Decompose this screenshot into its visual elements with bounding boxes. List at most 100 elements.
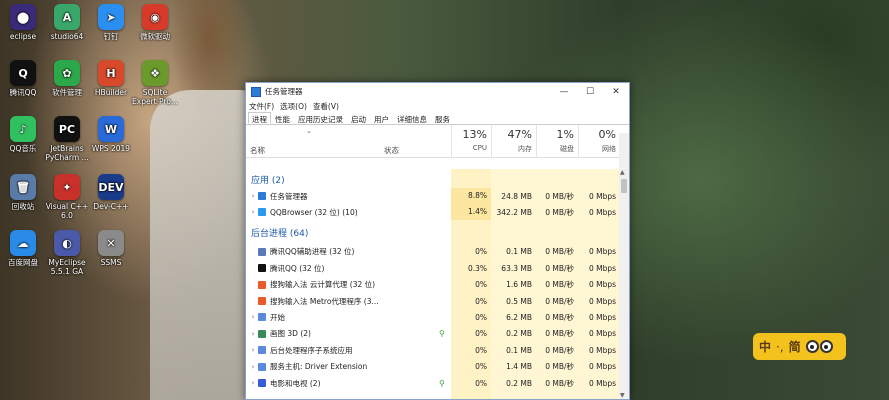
tab-startup[interactable]: 启动 (347, 112, 370, 124)
desktop-icon[interactable]: ✕ SSMS (88, 230, 134, 267)
desktop-icon[interactable]: PC JetBrains PyCharm ... (44, 116, 90, 162)
desktop-icon[interactable]: W WPS 2019 (88, 116, 134, 153)
app-icon: ⬤ (10, 4, 36, 30)
tab-strip: 进程 性能 应用历史记录 启动 用户 详细信息 服务 (246, 112, 629, 125)
process-row[interactable]: 搜狗输入法 云计算代理 (32 位) 0% 1.6 MB 0 MB/秒 0 Mbps (246, 277, 619, 293)
process-icon (258, 346, 266, 355)
column-name[interactable]: 名称 (250, 145, 265, 156)
task-manager-window[interactable]: 任务管理器 — ☐ ✕ 文件(F) 选项(O) 查看(V) 进程 性能 应用历史… (245, 82, 630, 400)
process-row[interactable]: › 后台处理程序子系统应用 0% 0.1 MB 0 MB/秒 0 Mbps (246, 342, 619, 358)
minimize-button[interactable]: — (551, 83, 577, 100)
tab-performance[interactable]: 性能 (271, 112, 294, 124)
memory-label: 内存 (518, 145, 532, 153)
ime-mode[interactable]: 中 (759, 338, 771, 355)
desktop-icon-label: WPS 2019 (91, 144, 131, 153)
column-network[interactable]: 0% 网络 (578, 125, 620, 158)
scroll-down-icon[interactable]: ▼ (620, 392, 625, 399)
desktop-icon[interactable]: Astudio64 (44, 4, 90, 41)
process-cpu: 8.8% (451, 188, 491, 204)
process-disk: 0 MB/秒 (545, 263, 574, 273)
title-bar[interactable]: 任务管理器 — ☐ ✕ (246, 83, 629, 100)
desktop-icon[interactable]: 🗑 回收站 (0, 174, 46, 211)
desktop-icon[interactable]: ☁ 百度网盘 (0, 230, 46, 267)
desktop-icon[interactable]: ♪ QQ音乐 (0, 116, 46, 153)
menu-file[interactable]: 文件(F) (249, 101, 274, 112)
menu-options[interactable]: 选项(O) (280, 101, 307, 112)
column-disk[interactable]: 1% 磁盘 (536, 125, 578, 158)
expand-chevron-icon[interactable]: › (248, 330, 258, 338)
process-row[interactable]: 腾讯QQ (32 位) 0.3% 63.3 MB 0 MB/秒 0 Mbps (246, 260, 619, 276)
ime-toolbar[interactable]: 中 ·, 简 (753, 333, 846, 360)
expand-chevron-icon[interactable]: › (248, 363, 258, 371)
process-memory: 0.5 MB (506, 296, 532, 306)
expand-chevron-icon[interactable]: › (248, 346, 258, 354)
sort-chevron-icon[interactable]: ⌄ (306, 127, 312, 135)
process-name: 开始 (270, 312, 285, 322)
group-background: 后台进程 (64) (251, 229, 309, 240)
expand-chevron-icon[interactable]: › (248, 192, 258, 200)
process-row[interactable]: › 服务主机: Driver Extension 0% 1.4 MB 0 MB/秒 0 M… (246, 359, 619, 375)
mascot-eye-icon (805, 340, 819, 353)
ime-script[interactable]: 简 (789, 338, 801, 355)
desktop-icon[interactable]: Q 腾讯QQ (0, 60, 46, 97)
group-apps: 应用 (2) (251, 175, 285, 186)
process-network: 0 Mbps (588, 362, 616, 372)
header-scroll-track (619, 133, 629, 169)
app-icon: ♪ (10, 116, 36, 142)
process-row[interactable]: › 开始 0% 6.2 MB 0 MB/秒 0 Mbps (246, 309, 619, 325)
desktop-icon[interactable]: ◐ MyEclipse 5.5.1 GA (44, 230, 90, 276)
ime-punctuation[interactable]: ·, (776, 340, 784, 354)
desktop-icon[interactable]: ⬤ eclipse (0, 4, 46, 41)
close-button[interactable]: ✕ (603, 83, 629, 100)
app-icon: 🗑 (10, 174, 36, 200)
vertical-scrollbar[interactable]: ▲ ▼ (619, 169, 629, 399)
process-row[interactable]: 腾讯QQ辅助进程 (32 位) 0% 0.1 MB 0 MB/秒 0 Mbps (246, 244, 619, 260)
expand-chevron-icon[interactable]: › (248, 379, 258, 387)
maximize-button[interactable]: ☐ (577, 83, 603, 100)
desktop-icon[interactable]: ❖ SQLite Expert Pro... (132, 60, 178, 106)
tab-users[interactable]: 用户 (370, 112, 393, 124)
process-memory: 0.1 MB (506, 345, 532, 355)
desktop-icon[interactable]: ✿ 软件管理 (44, 60, 90, 97)
desktop-icon[interactable]: H HBuilder (88, 60, 134, 97)
desktop-icon[interactable]: DEV Dev-C++ (88, 174, 134, 211)
menu-view[interactable]: 查看(V) (313, 101, 339, 112)
tab-services[interactable]: 服务 (431, 112, 454, 124)
process-network: 0 Mbps (588, 207, 616, 217)
column-cpu[interactable]: 13% CPU (451, 125, 491, 158)
process-row[interactable]: 搜狗输入法 Metro代理程序 (3... 0% 0.5 MB 0 MB/秒 0 Mbp… (246, 293, 619, 309)
network-label: 网络 (602, 145, 616, 153)
column-memory[interactable]: 47% 内存 (491, 125, 536, 158)
column-status[interactable]: 状态 (384, 145, 399, 156)
desktop-icon[interactable]: ➤ 钉钉 (88, 4, 134, 41)
process-cpu: 0% (475, 345, 487, 355)
process-name: 画图 3D (2) (270, 329, 311, 339)
tab-details[interactable]: 详细信息 (393, 112, 431, 124)
process-memory: 6.2 MB (506, 312, 532, 322)
desktop-icon-label: SQLite Expert Pro... (132, 88, 178, 106)
expand-chevron-icon[interactable]: › (248, 208, 258, 216)
app-icon: A (54, 4, 80, 30)
expand-chevron-icon[interactable]: › (248, 313, 258, 321)
desktop-icon[interactable]: ◉ 微软驱动 (132, 4, 178, 41)
process-row[interactable]: › 电影和电视 (2) ⚲ 0% 0.2 MB 0 MB/秒 0 Mbps (246, 375, 619, 391)
process-row[interactable]: › QQBrowser (32 位) (10) 1.4% 342.2 MB 0 MB/秒… (246, 204, 619, 221)
tab-processes[interactable]: 进程 (248, 112, 271, 124)
process-network: 0 Mbps (588, 247, 616, 257)
process-row[interactable]: › 画图 3D (2) ⚲ 0% 0.2 MB 0 MB/秒 0 Mbps (246, 326, 619, 342)
app-icon: ☁ (10, 230, 36, 256)
process-disk: 0 MB/秒 (545, 329, 574, 339)
disk-total: 1% (556, 128, 574, 141)
process-cpu: 0.3% (467, 263, 487, 273)
scroll-thumb[interactable] (621, 179, 627, 193)
process-cpu: 0% (475, 312, 487, 322)
task-manager-icon (251, 86, 261, 97)
disk-label: 磁盘 (560, 145, 574, 153)
desktop-icon-label: 回收站 (11, 202, 35, 211)
process-row[interactable]: › 任务管理器 8.8% 24.8 MB 0 MB/秒 0 Mbps (246, 188, 619, 204)
tab-app-history[interactable]: 应用历史记录 (294, 112, 347, 124)
scroll-up-icon[interactable]: ▲ (620, 169, 625, 176)
process-disk: 0 MB/秒 (545, 191, 574, 201)
process-name: 后台处理程序子系统应用 (270, 345, 353, 355)
desktop-icon[interactable]: ✦ Visual C++ 6.0 (44, 174, 90, 220)
